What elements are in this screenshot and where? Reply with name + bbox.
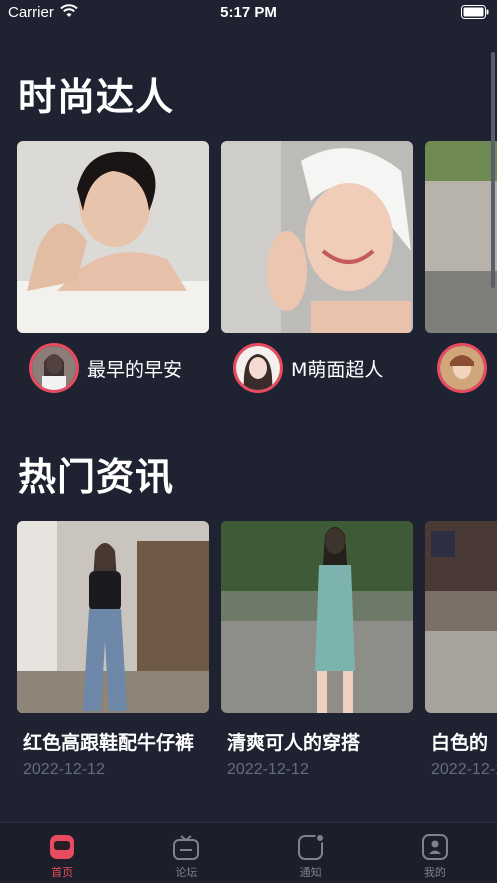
news-date: 2022-12-12 (431, 761, 497, 778)
news-title: 白色的 (431, 732, 489, 754)
tab-label: 通知 (299, 866, 322, 879)
clock: 5:17 PM (220, 4, 277, 21)
scroll-indicator[interactable] (491, 52, 495, 288)
avatar (233, 343, 283, 393)
news-photo (221, 521, 413, 713)
talent-photo (17, 141, 209, 333)
news-carousel[interactable]: 红色高跟鞋配牛仔裤 2022-12-12 清爽可人的穿搭 2022-12-12 (17, 521, 497, 783)
home-icon (50, 835, 75, 859)
fashion-carousel[interactable]: 最早的早安 M萌面超人 (17, 141, 497, 401)
tab-forum[interactable]: 论坛 (124, 823, 248, 883)
news-section-title: 热门资讯 (18, 455, 175, 499)
talent-photo (221, 141, 413, 333)
tv-icon (173, 835, 200, 860)
talent-card[interactable]: M萌面超人 (221, 141, 413, 393)
talent-name: 最早的早安 (87, 358, 183, 381)
talent-info: 最早的早安 (29, 343, 182, 393)
profile-icon (421, 834, 448, 860)
news-title: 清爽可人的穿搭 (227, 732, 361, 754)
avatar (29, 343, 79, 393)
talent-card[interactable]: 最早的早安 (17, 141, 209, 393)
tab-label: 首页 (51, 866, 74, 879)
news-title: 红色高跟鞋配牛仔裤 (23, 732, 195, 754)
news-date: 2022-12-12 (227, 761, 309, 778)
talent-photo (425, 141, 497, 333)
talent-card[interactable] (425, 141, 497, 393)
battery-icon (461, 5, 489, 19)
talent-info (437, 343, 495, 393)
notification-icon (297, 833, 325, 860)
tab-home[interactable]: 首页 (0, 823, 124, 883)
talent-info: M萌面超人 (233, 343, 383, 393)
tab-label: 我的 (423, 866, 446, 879)
tab-bar: 首页 论坛 通知 我的 (0, 822, 497, 883)
tab-notifications[interactable]: 通知 (249, 823, 373, 883)
news-photo (17, 521, 209, 713)
news-card[interactable]: 白色的 2022-12-12 (425, 521, 497, 778)
news-card[interactable]: 清爽可人的穿搭 2022-12-12 (221, 521, 413, 778)
fashion-section-title: 时尚达人 (18, 75, 175, 119)
avatar (437, 343, 487, 393)
tab-profile[interactable]: 我的 (373, 823, 497, 883)
tab-label: 论坛 (175, 866, 198, 879)
news-date: 2022-12-12 (23, 761, 105, 778)
news-photo (425, 521, 497, 713)
talent-name: M萌面超人 (291, 358, 384, 381)
news-card[interactable]: 红色高跟鞋配牛仔裤 2022-12-12 (17, 521, 209, 778)
status-bar: Carrier 5:17 PM (0, 0, 497, 28)
